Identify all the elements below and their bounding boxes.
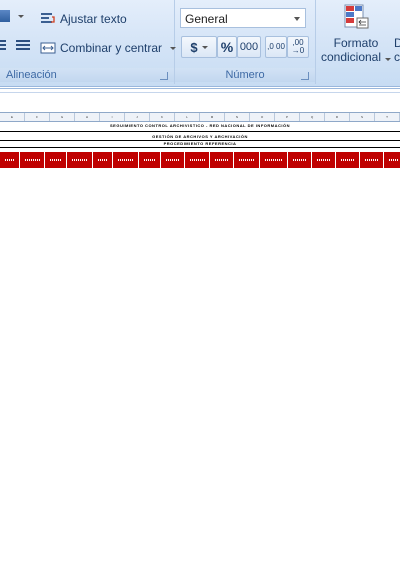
illegible-text-icon (189, 159, 205, 161)
decrease-decimal-button[interactable]: ,00 →0 (287, 36, 309, 58)
sheet-title-line2: GESTIÓN DE ARCHIVOS Y ARCHIVACIÓN (152, 134, 248, 139)
column-header[interactable]: T (375, 113, 400, 121)
merge-center-icon (40, 40, 56, 56)
illegible-text-icon (143, 159, 156, 161)
styles-group: Formato condicional D c (316, 0, 400, 84)
column-header[interactable]: G (50, 113, 75, 121)
column-headers: EFGHIJKLMNOPQRST (0, 112, 400, 122)
column-header[interactable]: M (200, 113, 225, 121)
column-header[interactable]: P (275, 113, 300, 121)
column-header[interactable]: K (150, 113, 175, 121)
table-header-cell (260, 152, 288, 168)
ribbon: Ajustar texto Combinar y centrar Alineac… (0, 0, 400, 87)
illegible-text-icon (117, 159, 134, 161)
increase-decimal-icon: ,0 00 (267, 42, 285, 51)
illegible-text-icon (316, 159, 331, 161)
illegible-text-icon (264, 159, 283, 161)
ribbon-separator (0, 88, 400, 89)
illegible-text-icon (364, 159, 379, 161)
table-header-cell (234, 152, 260, 168)
table-header-cell (113, 152, 139, 168)
column-header[interactable]: I (100, 113, 125, 121)
table-header-cell (161, 152, 185, 168)
orientation-dropdown[interactable] (0, 10, 24, 22)
table-header-cell (45, 152, 67, 168)
table-header-row (0, 152, 400, 168)
column-header[interactable]: F (25, 113, 50, 121)
currency-button[interactable]: $ (181, 36, 217, 58)
sheet-title-line3: PROCEDIMIENTO REFERENCIA (163, 141, 237, 146)
alignment-group: Ajustar texto Combinar y centrar Alineac… (0, 0, 177, 84)
column-header[interactable]: H (75, 113, 100, 121)
indent-buttons[interactable] (0, 40, 30, 52)
column-header[interactable]: Q (300, 113, 325, 121)
number-format-select[interactable]: General (180, 8, 306, 28)
illegible-text-icon (49, 159, 62, 161)
percent-button[interactable]: % (217, 36, 237, 58)
increase-indent-icon (16, 40, 30, 52)
thousands-icon: 000 (239, 41, 259, 53)
number-group-label: Número (175, 68, 315, 82)
column-header[interactable]: R (325, 113, 350, 121)
formula-area-separator (0, 92, 400, 93)
title-rule (0, 147, 400, 148)
title-rule (0, 131, 400, 132)
conditional-format-button[interactable]: Formato condicional (320, 4, 392, 66)
currency-icon: $ (190, 39, 198, 55)
illegible-text-icon (4, 159, 15, 161)
illegible-text-icon (214, 159, 229, 161)
alignment-dialog-launcher-icon[interactable] (160, 72, 168, 80)
table-header-cell (312, 152, 336, 168)
table-header-cell (288, 152, 312, 168)
merge-center-label: Combinar y centrar (60, 41, 163, 55)
chevron-down-icon (385, 58, 392, 61)
column-header[interactable]: N (225, 113, 250, 121)
number-format-value: General (185, 12, 228, 26)
table-header-cell (93, 152, 113, 168)
column-header[interactable]: L (175, 113, 200, 121)
illegible-text-icon (238, 159, 255, 161)
chevron-down-icon (294, 17, 300, 21)
table-header-cell (67, 152, 93, 168)
table-header-cell (210, 152, 234, 168)
illegible-text-icon (340, 159, 355, 161)
table-header-cell (384, 152, 400, 168)
wrap-text-icon (40, 11, 56, 27)
wrap-text-button[interactable]: Ajustar texto (40, 11, 127, 27)
illegible-text-icon (97, 159, 108, 161)
chevron-down-icon (201, 45, 208, 49)
table-header-cell (139, 152, 161, 168)
illegible-text-icon (24, 159, 40, 161)
table-header-cell (360, 152, 384, 168)
column-header[interactable]: J (125, 113, 150, 121)
illegible-text-icon (388, 159, 399, 161)
chevron-down-icon (18, 14, 24, 18)
decrease-decimal-icon: ,00 →0 (291, 38, 305, 55)
merge-center-button[interactable]: Combinar y centrar (40, 40, 177, 56)
thousands-separator-button[interactable]: 000 (237, 36, 261, 58)
number-dialog-launcher-icon[interactable] (301, 72, 309, 80)
wrap-text-label: Ajustar texto (60, 12, 127, 26)
table-header-cell (336, 152, 360, 168)
conditional-format-label-line1: Formato (333, 36, 379, 50)
illegible-text-icon (71, 159, 88, 161)
format-as-table-button-partial[interactable]: D c (394, 36, 400, 64)
column-header[interactable]: E (0, 113, 25, 121)
conditional-format-label-line2: condicional (320, 50, 392, 64)
illegible-text-icon (292, 159, 307, 161)
illegible-text-icon (165, 159, 180, 161)
decrease-indent-icon (0, 40, 6, 52)
sheet-title-line1: SEGUIMIENTO CONTROL ARCHIVISTICO - RED N… (110, 123, 290, 128)
alignment-group-label: Alineación (0, 68, 174, 82)
column-header[interactable]: O (250, 113, 275, 121)
table-header-cell (0, 152, 20, 168)
table-header-cell (185, 152, 210, 168)
table-header-cell (20, 152, 45, 168)
conditional-format-icon (343, 4, 369, 32)
percent-icon: % (220, 39, 234, 55)
increase-decimal-button[interactable]: ,0 00 (265, 36, 287, 58)
column-header[interactable]: S (350, 113, 375, 121)
